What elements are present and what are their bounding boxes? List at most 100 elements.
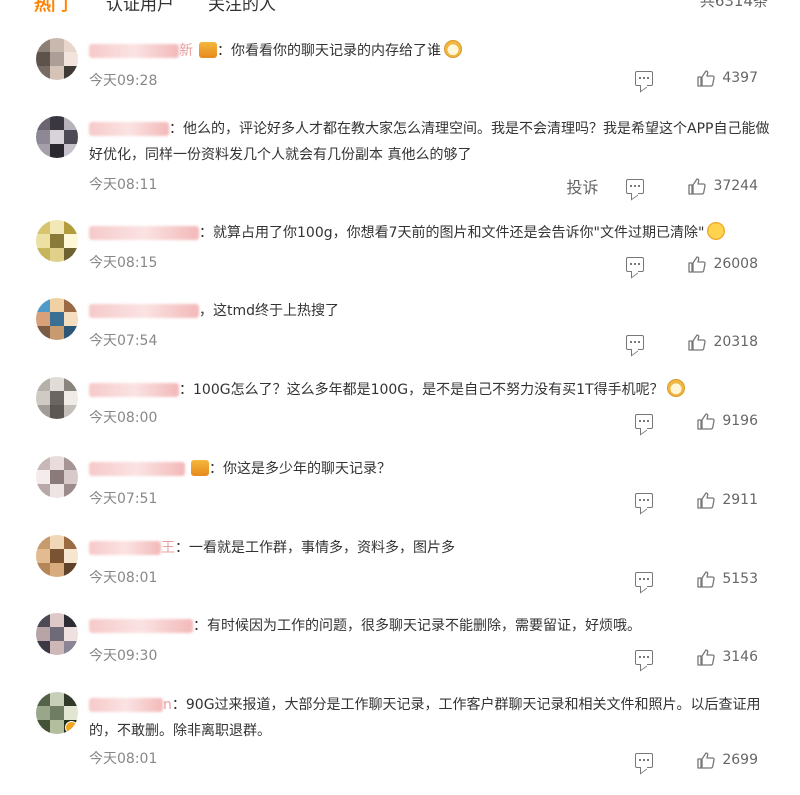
comment-text: 他么的，评论好多人才都在教大家怎么清理空间。我是不会清理吗？我是希望这个APP自…	[89, 121, 770, 163]
reply-comment-icon[interactable]	[626, 178, 645, 194]
comment-actions: 3146	[635, 647, 758, 667]
username-blurred[interactable]	[89, 122, 169, 136]
comment-actions: 2699	[635, 750, 758, 770]
username-blurred[interactable]	[89, 304, 199, 318]
comment-body: ：100G怎么了？这么多年都是100G，是不是自己不努力没有买1T得手机呢？	[89, 377, 779, 403]
report-button[interactable]: 投诉	[566, 174, 598, 198]
reply-comment-icon[interactable]	[635, 70, 654, 86]
comment-body: n：90G过来报道，大部分是工作聊天记录，工作客户群聊天记录和相关文件和照片。以…	[89, 692, 779, 744]
comment-text: 就算占用了你100g，你想看7天前的图片和文件还是会告诉你"文件过期已清除"	[213, 225, 705, 241]
comment-text: 这tmd终于上热搜了	[213, 303, 340, 319]
comment-body: ：就算占用了你100g，你想看7天前的图片和文件还是会告诉你"文件过期已清除"	[89, 220, 779, 246]
comment-actions: 9196	[635, 411, 758, 431]
smile-emoji-icon	[707, 222, 726, 240]
comment-actions: 20318	[626, 332, 758, 352]
user-avatar[interactable]	[36, 377, 78, 419]
username-blurred[interactable]	[89, 619, 193, 633]
reply-comment-icon[interactable]	[635, 649, 654, 665]
like-button[interactable]: 20318	[688, 333, 758, 351]
thumbs-up-icon	[697, 412, 716, 430]
name-separator: ：	[169, 121, 183, 137]
tab-following[interactable]: 关注的人	[208, 0, 276, 15]
comment-time: 今天08:01	[89, 570, 158, 586]
comment-text: 你这是多少年的聊天记录？	[223, 461, 391, 477]
username-blurred[interactable]	[89, 226, 199, 240]
user-avatar[interactable]	[36, 298, 78, 340]
reply-comment-icon[interactable]	[635, 413, 654, 429]
reply-comment-icon[interactable]	[635, 752, 654, 768]
like-button[interactable]: 5153	[697, 570, 758, 588]
comment-body: ，这tmd终于上热搜了	[89, 298, 779, 324]
like-count: 9196	[722, 413, 758, 429]
like-button[interactable]: 37244	[688, 177, 758, 195]
username-blurred[interactable]	[89, 383, 179, 397]
like-button[interactable]: 9196	[697, 412, 758, 430]
reply-comment-icon[interactable]	[635, 492, 654, 508]
member-crown-icon	[199, 42, 217, 58]
like-count: 3146	[722, 649, 758, 665]
name-separator: ，	[199, 303, 213, 319]
reply-comment-icon[interactable]	[626, 256, 645, 272]
like-button[interactable]: 3146	[697, 648, 758, 666]
comment-actions: 投诉 37244	[566, 174, 758, 198]
user-avatar[interactable]	[36, 692, 78, 734]
thumbs-up-icon	[688, 177, 707, 195]
reply-comment-icon[interactable]	[635, 571, 654, 587]
comment-time: 今天08:00	[89, 410, 158, 426]
like-button[interactable]: 2911	[697, 491, 758, 509]
like-count: 5153	[722, 571, 758, 587]
member-crown-icon	[191, 460, 209, 476]
user-avatar[interactable]	[36, 456, 78, 498]
comment-time: 今天08:01	[89, 751, 158, 767]
like-button[interactable]: 2699	[697, 751, 758, 769]
username-blurred[interactable]	[89, 698, 163, 712]
comment-body: 王：一看就是工作群，事情多，资料多，图片多	[89, 535, 779, 561]
comment-actions: 2911	[635, 490, 758, 510]
thumbs-up-icon	[697, 648, 716, 666]
like-count: 20318	[713, 334, 758, 350]
username-suffix[interactable]: 王	[161, 540, 175, 556]
comment-text: 90G过来报道，大部分是工作聊天记录，工作客户群聊天记录和相关文件和照片。以后查…	[89, 697, 761, 739]
comment-text: 你看看你的聊天记录的内存给了谁	[231, 43, 441, 59]
like-count: 4397	[722, 70, 758, 86]
tab-verified-users[interactable]: 认证用户	[106, 0, 174, 15]
comment-time: 今天09:30	[89, 648, 158, 664]
thumbs-up-icon	[697, 491, 716, 509]
username-blurred[interactable]	[89, 44, 179, 58]
comment-body: ：你这是多少年的聊天记录？	[89, 456, 779, 482]
like-count: 2699	[722, 752, 758, 768]
thumbs-up-icon	[697, 751, 716, 769]
name-separator: ：	[193, 618, 207, 634]
comment-text: 100G怎么了？这么多年都是100G，是不是自己不努力没有买1T得手机呢？	[193, 382, 664, 398]
comment-actions: 26008	[626, 254, 758, 274]
verified-badge-icon	[65, 721, 78, 734]
username-suffix[interactable]: 新	[179, 43, 193, 59]
comment-text: 一看就是工作群，事情多，资料多，图片多	[189, 540, 455, 556]
user-avatar[interactable]	[36, 38, 78, 80]
tab-hot[interactable]: 热门	[34, 0, 68, 15]
username-suffix[interactable]: n	[163, 697, 172, 713]
thumbs-up-icon	[688, 255, 707, 273]
name-separator: ：	[171, 697, 186, 713]
comment-time: 今天07:54	[89, 333, 158, 349]
user-avatar[interactable]	[36, 613, 78, 655]
user-avatar[interactable]	[36, 535, 78, 577]
doge-emoji-icon	[444, 40, 462, 58]
doge-emoji-icon	[666, 379, 685, 397]
comment-body: ：有时候因为工作的问题，很多聊天记录不能删除，需要留证，好烦哦。	[89, 613, 779, 639]
name-separator: ：	[175, 540, 189, 556]
like-count: 2911	[722, 492, 758, 508]
username-blurred[interactable]	[89, 462, 185, 476]
like-button[interactable]: 4397	[697, 69, 758, 87]
user-avatar[interactable]	[36, 220, 78, 262]
reply-comment-icon[interactable]	[626, 334, 645, 350]
thumbs-up-icon	[697, 69, 716, 87]
comment-body: ：他么的，评论好多人才都在教大家怎么清理空间。我是不会清理吗？我是希望这个APP…	[89, 116, 779, 168]
tab-bar: 热门 认证用户 关注的人 共6314条	[0, 0, 800, 16]
comment-time: 今天08:15	[89, 255, 158, 271]
like-button[interactable]: 26008	[688, 255, 758, 273]
name-separator: ：	[217, 43, 231, 59]
user-avatar[interactable]	[36, 116, 78, 158]
username-blurred[interactable]	[89, 541, 161, 555]
comment-actions: 4397	[635, 68, 758, 88]
